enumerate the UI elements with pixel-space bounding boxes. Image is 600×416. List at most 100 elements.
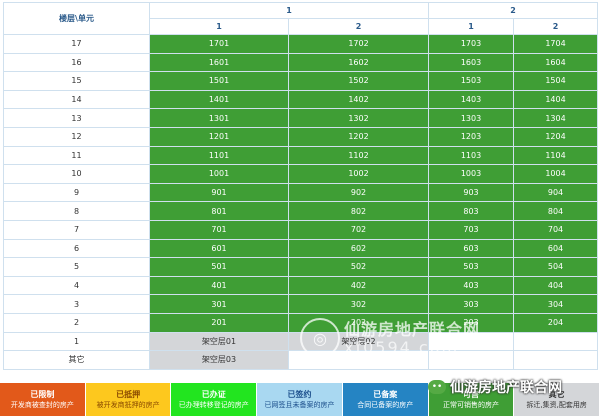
room-cell[interactable]: 404: [513, 275, 599, 296]
legend-item: 已抵押 被开发商抵押的房产: [85, 383, 172, 416]
room-cell[interactable]: 1202: [287, 126, 430, 147]
room-cell[interactable]: 701: [149, 219, 289, 240]
room-cell[interactable]: 1402: [287, 89, 430, 110]
room-cell[interactable]: 1001: [149, 164, 289, 184]
room-cell[interactable]: 502: [287, 257, 430, 277]
room-cell[interactable]: 1504: [513, 71, 599, 91]
room-cell[interactable]: 501: [149, 257, 289, 277]
room-cell[interactable]: 201: [149, 312, 289, 333]
room-cell[interactable]: 架空层02: [287, 331, 430, 352]
room-cell[interactable]: 1103: [428, 145, 515, 166]
room-cell[interactable]: 202: [287, 312, 430, 333]
room-cell[interactable]: 801: [149, 201, 289, 221]
header-row-units: 楼层\单元 1 2: [3, 2, 599, 35]
unit-status-table: 楼层\单元 1 2 1 2 1 2 17 1701 1702 1703 1704 16 16…: [3, 2, 599, 370]
room-cell[interactable]: 704: [513, 219, 599, 240]
room-cell[interactable]: 1101: [149, 145, 289, 166]
room-cell[interactable]: 602: [287, 238, 430, 259]
empty-cell: [428, 331, 515, 352]
room-cell[interactable]: 204: [513, 312, 599, 333]
room-cell[interactable]: 901: [149, 182, 289, 203]
floor-label: 1: [3, 331, 150, 352]
room-cell[interactable]: 1604: [513, 52, 599, 73]
legend-description: 已办理转移登记的房产: [178, 400, 249, 409]
room-cell[interactable]: 1401: [149, 89, 289, 110]
floor-label: 14: [3, 89, 150, 110]
room-cell[interactable]: 1102: [287, 145, 430, 166]
room-cell[interactable]: 403: [428, 275, 515, 296]
room-cell[interactable]: 1004: [513, 164, 599, 184]
room-cell[interactable]: 1602: [287, 52, 430, 73]
floor-label: 13: [3, 108, 150, 128]
floor-unit-corner-header: 楼层\单元: [3, 2, 150, 35]
room-cell[interactable]: 301: [149, 294, 289, 314]
legend-item: 已限制 开发商被查封的房产: [0, 383, 86, 416]
floor-row: 7 701 702 703 704: [3, 219, 599, 240]
room-cell[interactable]: 903: [428, 182, 515, 203]
floor-label: 7: [3, 219, 150, 240]
room-cell[interactable]: 804: [513, 201, 599, 221]
floor-row: 14 1401 1402 1403 1404: [3, 89, 599, 110]
floor-row: 1 架空层01 架空层02: [3, 331, 599, 352]
room-cell[interactable]: 1304: [513, 108, 599, 128]
room-cell[interactable]: 702: [287, 219, 430, 240]
room-cell[interactable]: 1703: [428, 34, 515, 54]
room-cell[interactable]: 1204: [513, 126, 599, 147]
room-cell[interactable]: 402: [287, 275, 430, 296]
floor-row: 8 801 802 803 804: [3, 201, 599, 221]
floor-label: 其它: [3, 350, 150, 370]
floor-label: 8: [3, 201, 150, 221]
room-cell[interactable]: 1702: [287, 34, 430, 54]
room-cell[interactable]: 1003: [428, 164, 515, 184]
legend-item: 已备案 合同已备案的房产: [342, 383, 429, 416]
floor-row: 9 901 902 903 904: [3, 182, 599, 203]
room-cell[interactable]: 1603: [428, 52, 515, 73]
room-cell[interactable]: 1303: [428, 108, 515, 128]
legend-title: 已备案: [373, 389, 398, 399]
room-header-1-2: 2: [287, 18, 430, 35]
room-cell[interactable]: 1201: [149, 126, 289, 147]
room-header-2-2: 2: [513, 18, 599, 35]
room-cell[interactable]: 1704: [513, 34, 599, 54]
floor-row: 12 1201 1202 1203 1204: [3, 126, 599, 147]
floor-label: 12: [3, 126, 150, 147]
room-cell[interactable]: 1502: [287, 71, 430, 91]
room-cell[interactable]: 604: [513, 238, 599, 259]
room-cell[interactable]: 401: [149, 275, 289, 296]
legend-title: 已抵押: [116, 389, 141, 399]
room-cell[interactable]: 603: [428, 238, 515, 259]
room-cell[interactable]: 1403: [428, 89, 515, 110]
room-cell[interactable]: 601: [149, 238, 289, 259]
room-cell[interactable]: 904: [513, 182, 599, 203]
room-cell[interactable]: 703: [428, 219, 515, 240]
room-cell[interactable]: 304: [513, 294, 599, 314]
room-cell[interactable]: 302: [287, 294, 430, 314]
room-cell[interactable]: 1301: [149, 108, 289, 128]
empty-cell: [513, 350, 599, 370]
legend-title: 已签约: [287, 389, 312, 399]
room-cell[interactable]: 1302: [287, 108, 430, 128]
floor-row: 5 501 502 503 504: [3, 257, 599, 277]
room-cell[interactable]: 803: [428, 201, 515, 221]
room-cell[interactable]: 303: [428, 294, 515, 314]
room-cell[interactable]: 1701: [149, 34, 289, 54]
room-cell[interactable]: 1404: [513, 89, 599, 110]
room-cell[interactable]: 902: [287, 182, 430, 203]
floor-row: 4 401 402 403 404: [3, 275, 599, 296]
floor-label: 17: [3, 34, 150, 54]
room-cell[interactable]: 1203: [428, 126, 515, 147]
room-cell[interactable]: 503: [428, 257, 515, 277]
floor-label: 2: [3, 312, 150, 333]
room-cell[interactable]: 1002: [287, 164, 430, 184]
room-cell[interactable]: 1601: [149, 52, 289, 73]
floor-label: 6: [3, 238, 150, 259]
room-cell[interactable]: 架空层03: [149, 350, 289, 370]
room-cell[interactable]: 504: [513, 257, 599, 277]
room-cell[interactable]: 1104: [513, 145, 599, 166]
room-cell[interactable]: 802: [287, 201, 430, 221]
room-cell[interactable]: 203: [428, 312, 515, 333]
room-cell[interactable]: 架空层01: [149, 331, 289, 352]
floor-row: 15 1501 1502 1503 1504: [3, 71, 599, 91]
room-cell[interactable]: 1501: [149, 71, 289, 91]
room-cell[interactable]: 1503: [428, 71, 515, 91]
